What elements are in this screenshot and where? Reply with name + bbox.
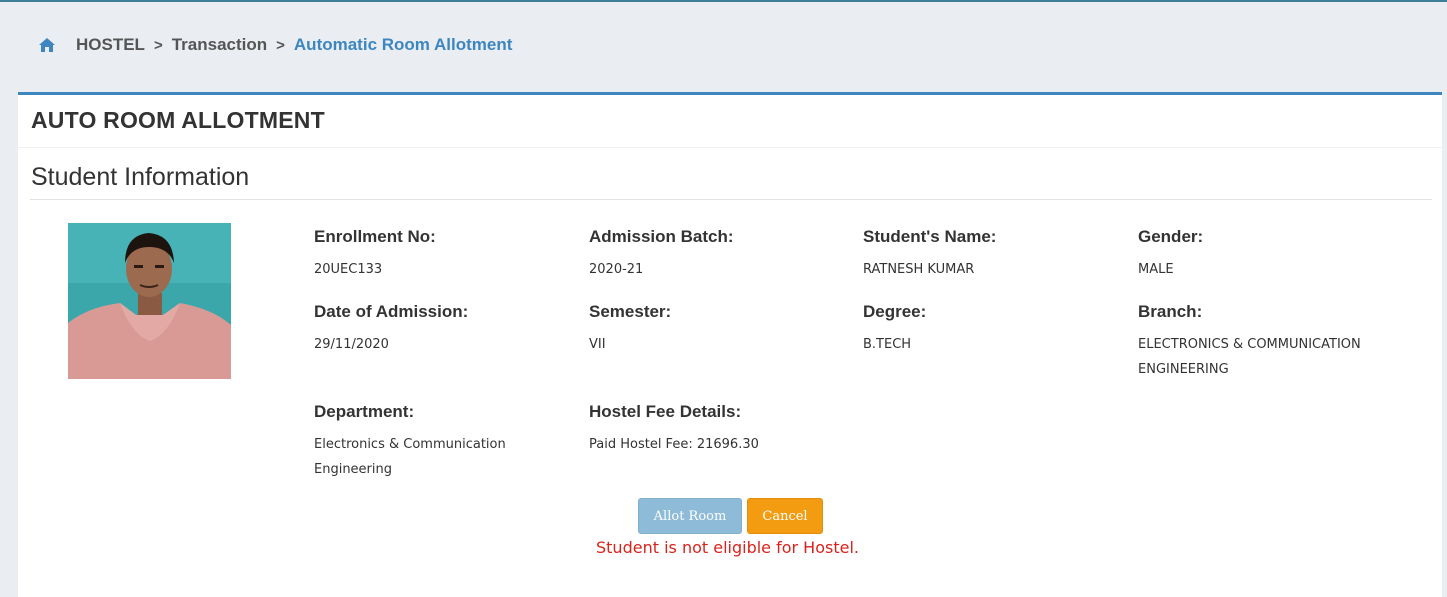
gender-value: MALE — [1138, 262, 1174, 277]
date-of-admission-value: 29/11/2020 — [314, 337, 389, 352]
section-divider — [30, 199, 1432, 200]
auto-room-allotment-panel: AUTO ROOM ALLOTMENT Student Information … — [18, 92, 1442, 597]
date-of-admission-label: Date of Admission: — [314, 302, 469, 321]
degree-value: B.TECH — [863, 337, 912, 352]
semester-label: Semester: — [589, 302, 672, 321]
enrollment-label: Enrollment No: — [314, 227, 436, 246]
student-name-value: RATNESH KUMAR — [863, 262, 975, 277]
hostel-fee-value: Paid Hostel Fee: 21696.30 — [589, 437, 759, 452]
branch-label: Branch: — [1138, 302, 1203, 321]
breadcrumb-separator: > — [153, 36, 163, 54]
department-label: Department: — [314, 402, 415, 421]
student-photo — [68, 223, 231, 379]
breadcrumb-separator: > — [276, 36, 285, 54]
admission-batch-label: Admission Batch: — [589, 227, 734, 246]
semester-value: VII — [589, 337, 606, 352]
eligibility-error-message: Student is not eligible for Hostel. — [596, 538, 859, 557]
breadcrumb-current[interactable]: Automatic Room Allotment — [294, 35, 512, 55]
gender-label: Gender: — [1138, 227, 1204, 246]
cancel-button[interactable]: Cancel — [747, 498, 823, 534]
top-border — [0, 0, 1447, 2]
enrollment-value: 20UEC133 — [314, 262, 383, 277]
admission-batch-value: 2020-21 — [589, 262, 644, 277]
panel-divider — [18, 147, 1442, 148]
branch-value: ELECTRONICS & COMMUNICATION ENGINEERING — [1138, 337, 1361, 377]
degree-label: Degree: — [863, 302, 927, 321]
section-title: Student Information — [31, 163, 250, 191]
panel-title: AUTO ROOM ALLOTMENT — [31, 107, 325, 133]
hostel-fee-label: Hostel Fee Details: — [589, 402, 742, 421]
home-icon[interactable] — [38, 37, 56, 53]
student-name-label: Student's Name: — [863, 227, 997, 246]
breadcrumb-hostel[interactable]: HOSTEL — [76, 35, 145, 55]
breadcrumb-transaction[interactable]: Transaction — [172, 35, 267, 55]
breadcrumb: HOSTEL > Transaction > Automatic Room Al… — [38, 33, 512, 57]
allot-room-button[interactable]: Allot Room — [638, 498, 742, 534]
department-value: Electronics & Communication Engineering — [314, 437, 506, 477]
